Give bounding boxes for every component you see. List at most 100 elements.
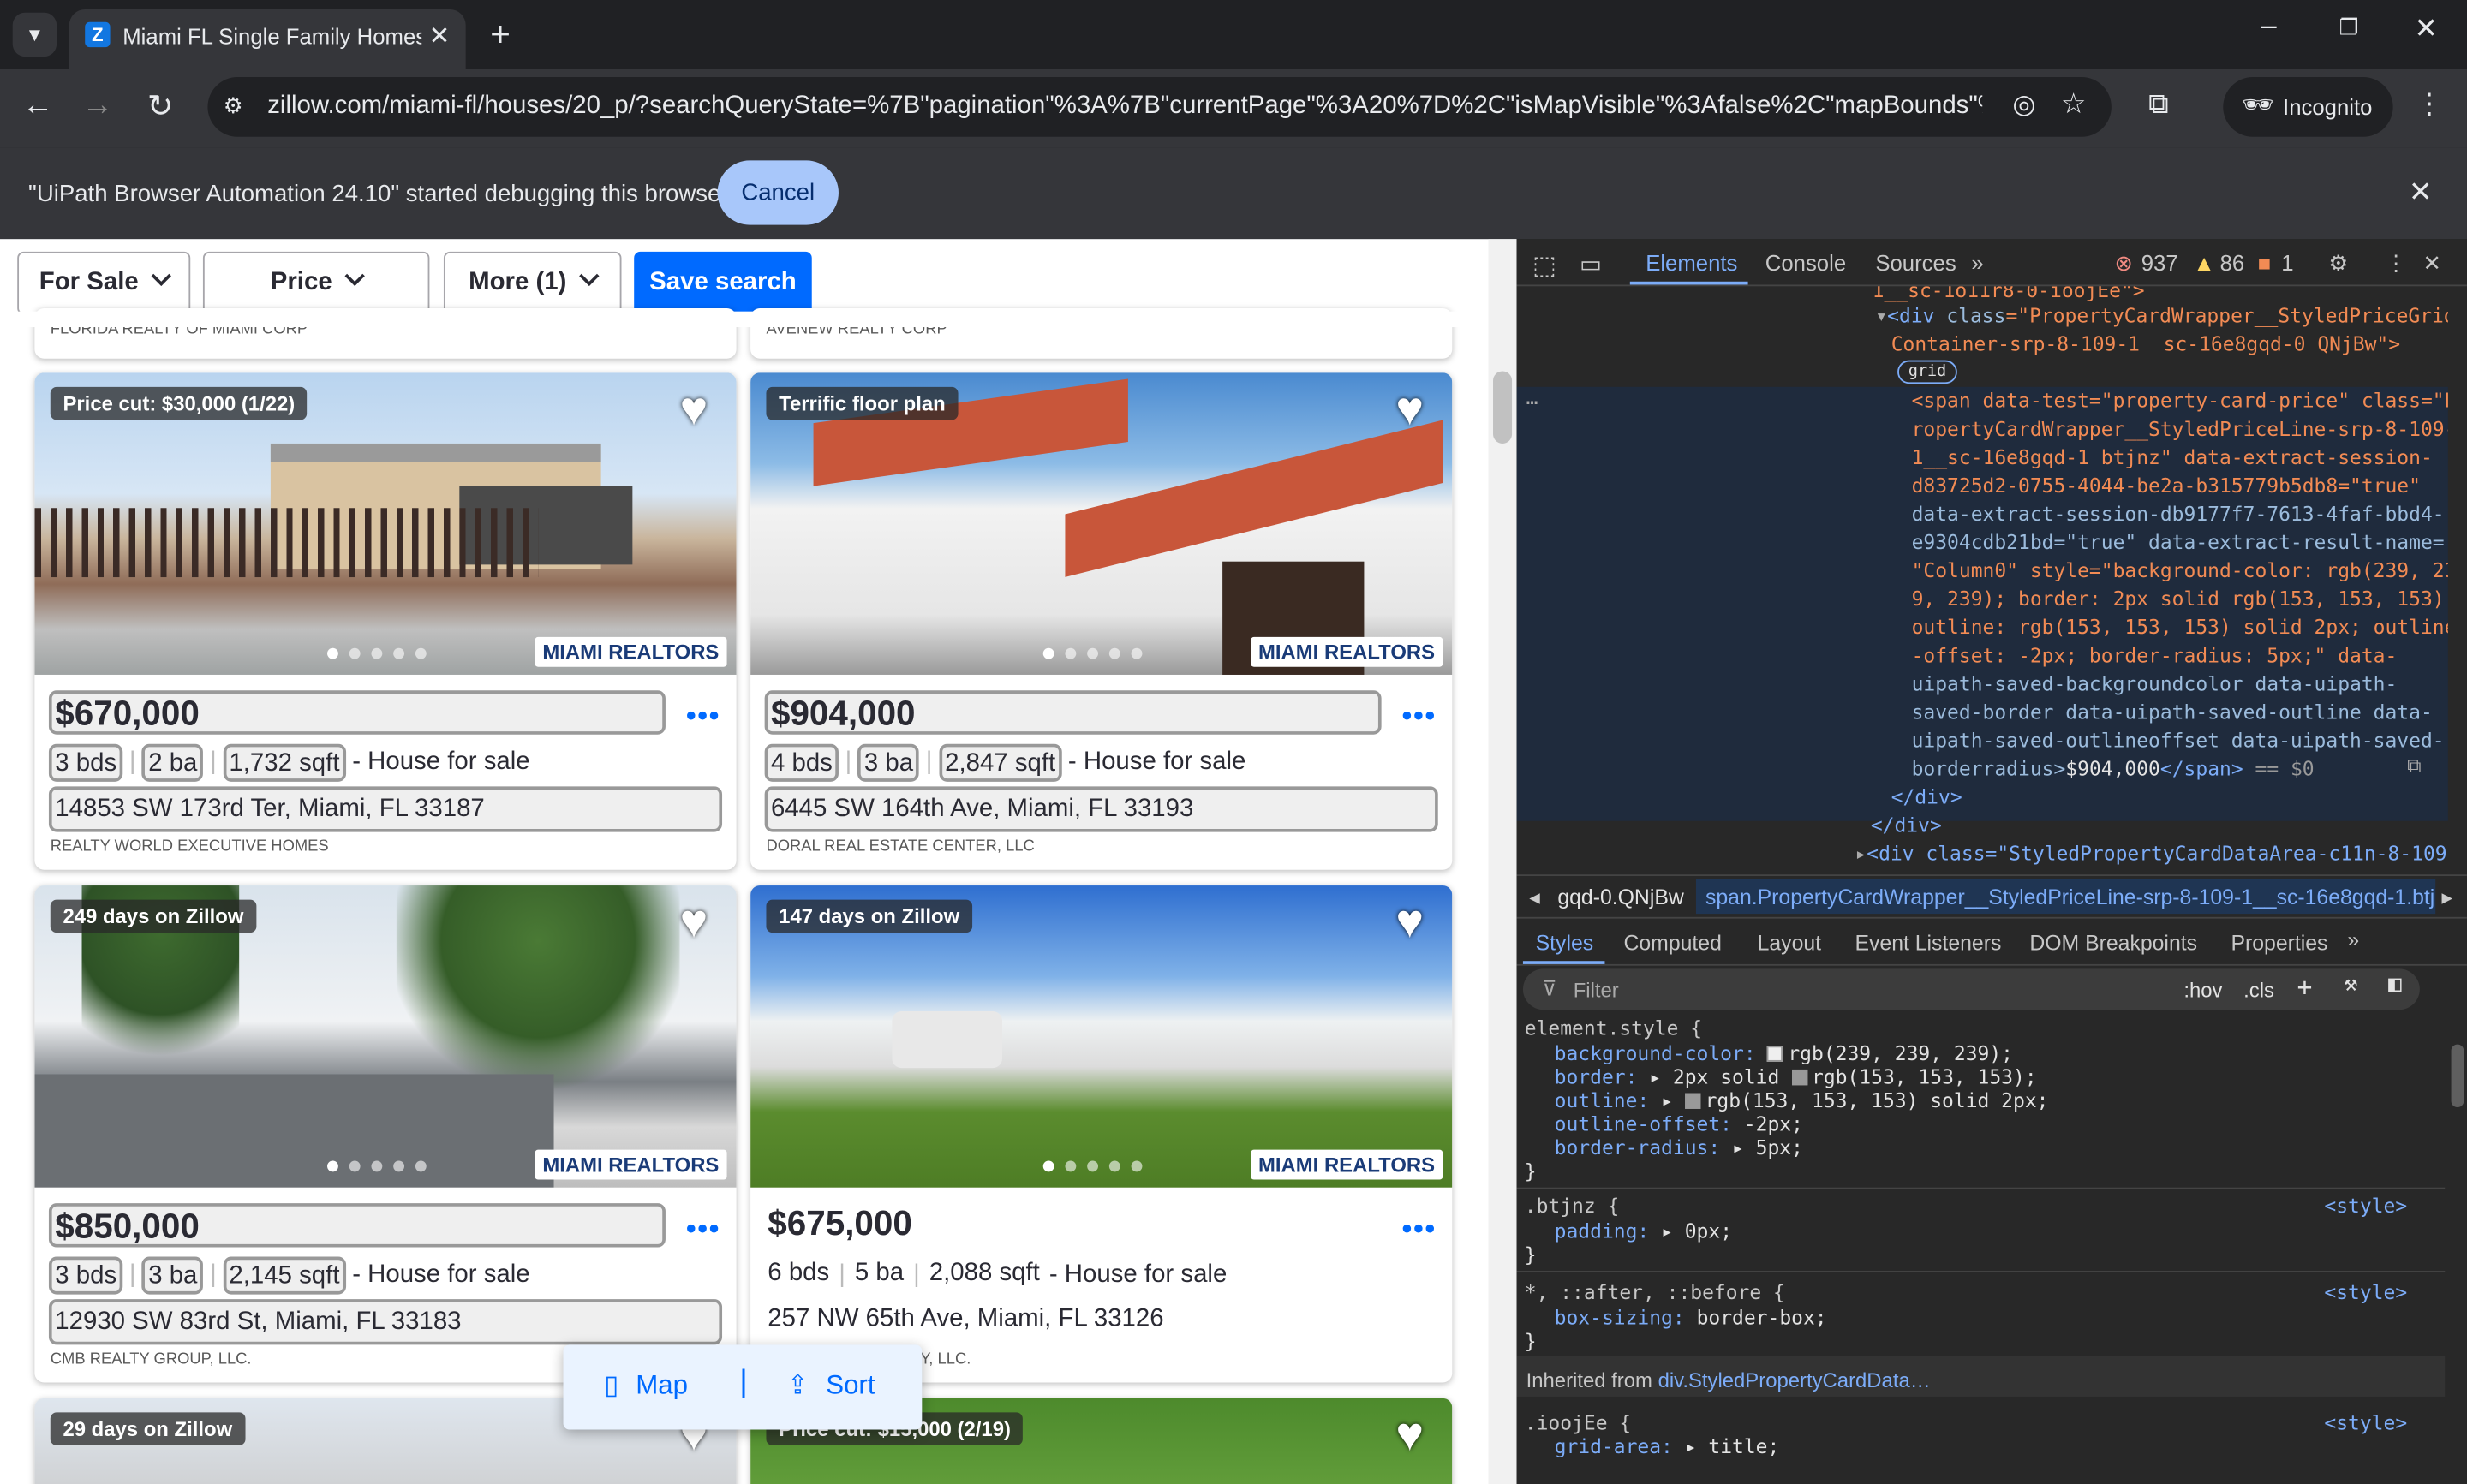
favorite-heart-icon[interactable]: ♥ <box>1383 1410 1436 1464</box>
tab-elements[interactable]: Elements <box>1646 250 1737 275</box>
breadcrumb-right-icon[interactable]: ▸ <box>2442 885 2452 910</box>
warning-icon[interactable]: ▲ <box>2193 250 2214 275</box>
more-options-icon[interactable]: ••• <box>686 700 720 733</box>
more-filter[interactable]: More (1) <box>443 251 622 315</box>
more-options-icon[interactable]: ••• <box>686 1213 720 1246</box>
site-info-icon[interactable]: ⚙ <box>224 92 243 119</box>
favorite-heart-icon[interactable]: ♥ <box>1383 384 1436 438</box>
close-window-icon[interactable]: ✕ <box>2407 13 2445 46</box>
listing-price: $675,000 <box>768 1203 912 1243</box>
warning-count[interactable]: 86 <box>2220 250 2245 275</box>
tab-search-button[interactable]: ▼ <box>12 12 57 57</box>
bookmark-star-icon[interactable]: ☆ <box>2061 88 2087 122</box>
listing-card[interactable]: Price cut: $30,000 (1/22) ♥ MIAMI REALTO… <box>34 372 737 870</box>
listing-photo[interactable]: 147 days on Zillow ♥ MIAMI REALTORS <box>750 885 1453 1188</box>
scrollbar-thumb[interactable] <box>2451 1044 2464 1108</box>
reload-icon[interactable]: ↻ <box>141 86 179 126</box>
error-count[interactable]: 937 <box>2141 250 2178 275</box>
settings-gear-icon[interactable]: ⚙ <box>2328 250 2348 277</box>
page-scrollbar[interactable] <box>1488 239 1517 1484</box>
scrollbar-thumb[interactable] <box>1493 371 1513 444</box>
incognito-indicator[interactable]: 🕶 Incognito <box>2223 76 2393 137</box>
more-tabs-icon[interactable]: » <box>2347 928 2359 952</box>
listing-card[interactable]: 249 days on Zillow ♥ MIAMI REALTORS $850… <box>34 885 737 1383</box>
photo-dots[interactable] <box>1042 647 1143 659</box>
more-options-icon[interactable]: ••• <box>1402 700 1437 733</box>
tab-console[interactable]: Console <box>1765 250 1846 275</box>
save-search-button[interactable]: Save search <box>634 251 812 315</box>
price-filter[interactable]: Price <box>202 251 430 315</box>
styles-scrollbar[interactable] <box>2448 1013 2467 1484</box>
paint-brush-icon[interactable]: ⚒ <box>2345 972 2357 997</box>
listing-address[interactable]: 6445 SW 164th Ave, Miami, FL 33193 <box>764 786 1438 832</box>
breadcrumb-left-icon[interactable]: ◂ <box>1529 885 1539 910</box>
styles-rules[interactable]: element.style { background-color: rgb(23… <box>1516 1013 2446 1484</box>
cls-toggle[interactable]: .cls <box>2243 978 2274 1002</box>
eye-off-icon[interactable]: ◎ <box>2012 90 2035 122</box>
listing-photo[interactable]: Price cut: $30,000 (1/22) ♥ MIAMI REALTO… <box>34 372 737 675</box>
error-icon[interactable]: ⊗ <box>2115 250 2134 277</box>
breadcrumb-item[interactable]: gqd-0.QNjBw <box>1557 885 1683 909</box>
browser-tab[interactable]: Z Miami FL Single Family Homes F ✕ <box>69 9 466 69</box>
issue-icon[interactable]: ■ <box>2258 250 2272 275</box>
for-sale-filter[interactable]: For Sale <box>17 251 191 315</box>
forward-icon[interactable]: → <box>79 88 116 124</box>
color-swatch[interactable] <box>1767 1046 1783 1062</box>
extensions-icon[interactable]: ⧉ <box>2140 88 2177 122</box>
minimize-icon[interactable]: – <box>2249 9 2287 43</box>
devtools-menu-icon[interactable]: ⋮ <box>2385 250 2407 277</box>
inherited-link[interactable]: div.StyledPropertyCardData… <box>1658 1368 1931 1392</box>
tab-properties[interactable]: Properties <box>2231 931 2327 955</box>
device-toolbar-icon[interactable]: ▭ <box>1580 250 1602 278</box>
hov-toggle[interactable]: :hov <box>2183 978 2222 1002</box>
issue-count[interactable]: 1 <box>2281 250 2293 275</box>
listing-card[interactable]: 147 days on Zillow ♥ MIAMI REALTORS $675… <box>750 885 1453 1383</box>
inspect-icon[interactable]: ⬚ <box>1532 250 1556 282</box>
photo-dots[interactable] <box>327 647 427 659</box>
photo-dots[interactable] <box>327 1160 427 1172</box>
close-tab-icon[interactable]: ✕ <box>429 21 451 52</box>
more-options-icon[interactable]: ••• <box>1402 1213 1437 1246</box>
close-devtools-icon[interactable]: ✕ <box>2423 250 2442 277</box>
restore-icon[interactable]: ❐ <box>2330 15 2368 41</box>
styles-filter-input[interactable]: ⊽ Filter <box>1522 968 2420 1010</box>
dom-tree[interactable]: 1__sc-1o11r8-0-ioojEe"> ▾<div class="Pro… <box>1516 286 2448 873</box>
new-tab-button[interactable]: + <box>481 15 519 56</box>
tab-sources[interactable]: Sources <box>1875 250 1956 275</box>
listing-card[interactable]: Terrific floor plan ♥ MIAMI REALTORS $90… <box>750 372 1453 870</box>
rule-source-link[interactable]: <style> <box>2324 1280 2407 1304</box>
map-button[interactable]: ▯ Map <box>604 1370 688 1402</box>
listing-address[interactable]: 257 NW 65th Ave, Miami, FL 33126 <box>765 1299 1438 1344</box>
close-infobar-icon[interactable]: ✕ <box>2409 176 2433 210</box>
listing-address[interactable]: 12930 SW 83rd St, Miami, FL 33183 <box>48 1299 723 1345</box>
listing-photo[interactable]: 249 days on Zillow ♥ MIAMI REALTORS <box>34 885 737 1188</box>
node-ellipsis-icon[interactable]: … <box>1526 384 1538 412</box>
tab-styles[interactable]: Styles <box>1536 931 1594 955</box>
copy-icon[interactable]: ⧉ <box>2407 752 2421 780</box>
color-swatch[interactable] <box>1791 1069 1807 1086</box>
address-bar[interactable]: ⚙ zillow.com/miami-fl/houses/20_p/?searc… <box>207 76 2112 137</box>
favorite-heart-icon[interactable]: ♥ <box>667 897 720 951</box>
rule-source-link[interactable]: <style> <box>2324 1194 2407 1218</box>
menu-kebab-icon[interactable]: ⋮ <box>2413 88 2445 122</box>
color-swatch[interactable] <box>1684 1093 1701 1109</box>
sort-button[interactable]: ⇪ Sort <box>786 1370 875 1402</box>
tab-computed[interactable]: Computed <box>1623 931 1721 955</box>
cancel-debug-button[interactable]: Cancel <box>717 160 839 225</box>
favorite-heart-icon[interactable]: ♥ <box>1383 897 1436 951</box>
more-tabs-icon[interactable]: » <box>1971 250 1983 275</box>
back-icon[interactable]: ← <box>19 88 57 124</box>
add-rule-icon[interactable]: + <box>2297 972 2313 1002</box>
toggle-sidebar-icon[interactable]: ◧ <box>2388 972 2401 997</box>
tab-layout[interactable]: Layout <box>1758 931 1821 955</box>
rule-source-link[interactable]: <style> <box>2324 1411 2407 1435</box>
tab-dom-breakpoints[interactable]: DOM Breakpoints <box>2029 931 2197 955</box>
listing-address[interactable]: 14853 SW 173rd Ter, Miami, FL 33187 <box>48 786 723 832</box>
listing-photo[interactable]: Terrific floor plan ♥ MIAMI REALTORS <box>750 372 1453 675</box>
breadcrumb-item-selected[interactable]: span.PropertyCardWrapper__StyledPriceLin… <box>1695 879 2436 915</box>
grid-badge[interactable]: grid <box>1897 360 1958 384</box>
tab-event-listeners[interactable]: Event Listeners <box>1855 931 2001 955</box>
css-property: padding: <box>1554 1219 1650 1243</box>
favorite-heart-icon[interactable]: ♥ <box>667 384 720 438</box>
photo-dots[interactable] <box>1042 1160 1143 1172</box>
